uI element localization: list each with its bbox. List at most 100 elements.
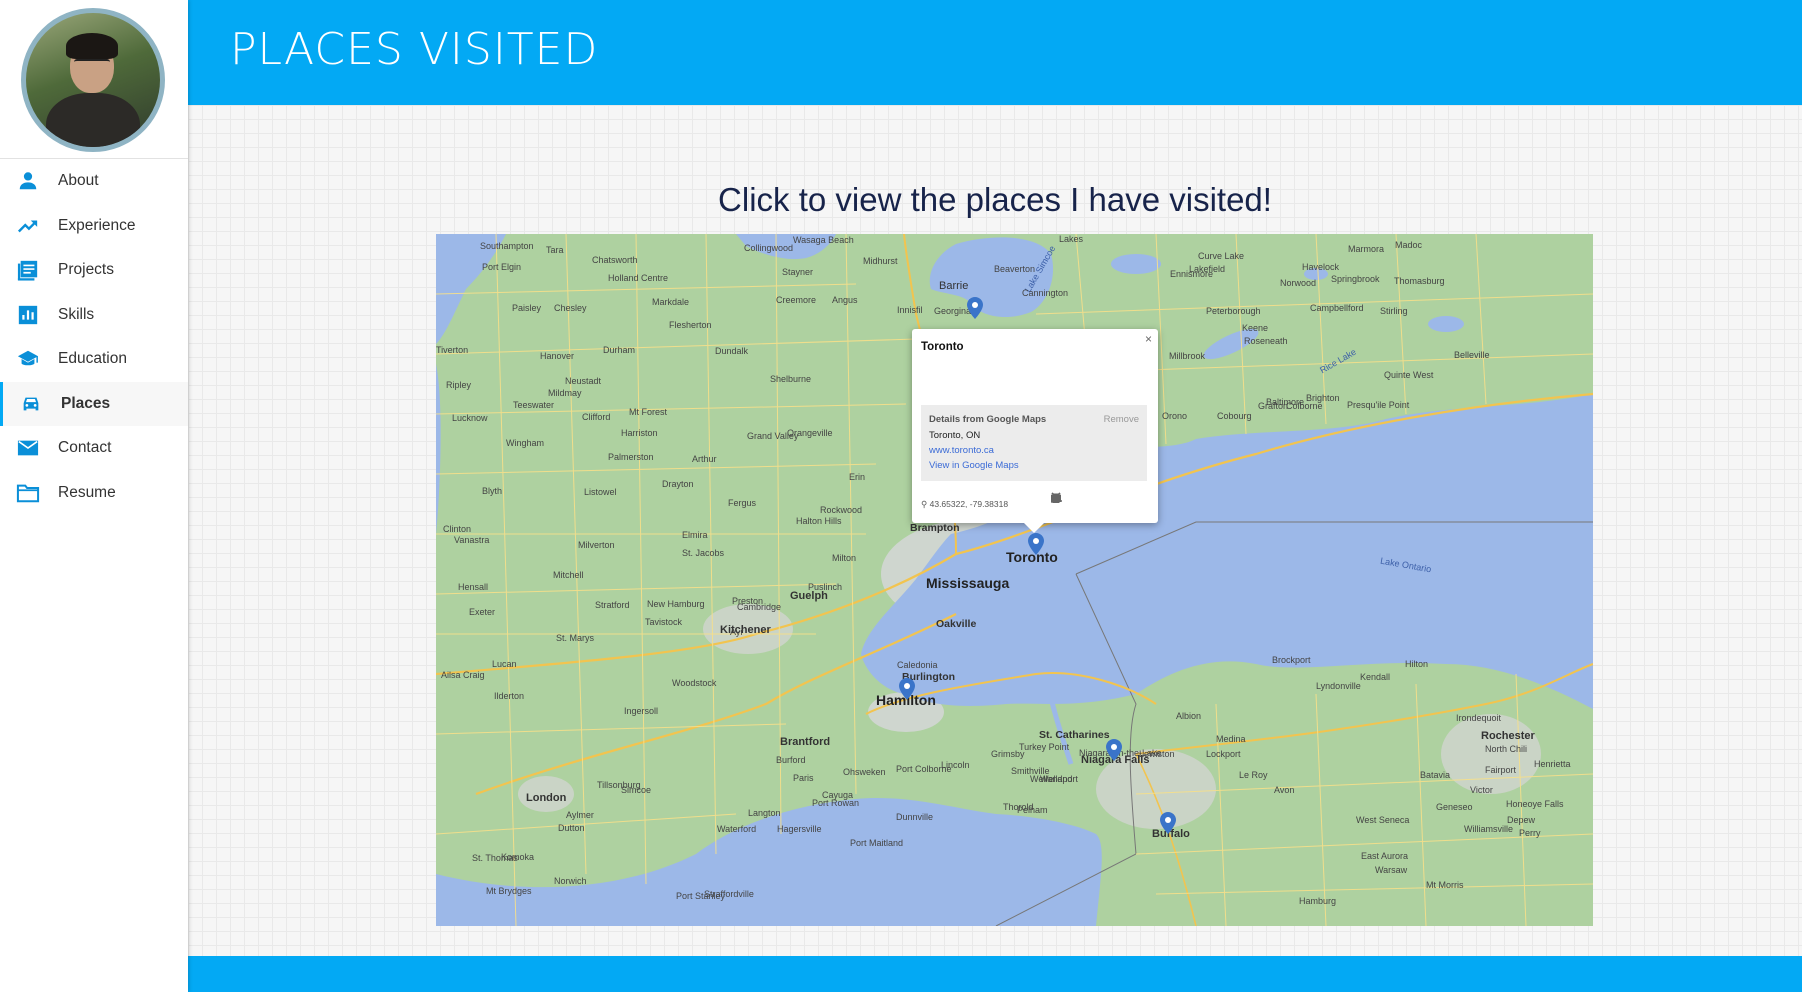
sidebar-item-skills[interactable]: Skills	[0, 293, 188, 338]
sidebar-item-contact[interactable]: Contact	[0, 426, 188, 471]
map-info-window: Toronto × Details from Google Maps Remov…	[912, 329, 1158, 533]
map-label-minor: Drayton	[662, 479, 694, 489]
view-in-google-maps-link[interactable]: View in Google Maps	[929, 460, 1019, 471]
map-label-mississauga: Mississauga	[926, 575, 1010, 591]
map-label-minor: Albion	[1176, 711, 1202, 721]
map-label-minor: Elmira	[682, 530, 708, 540]
sidebar-item-label: Education	[58, 350, 127, 368]
map-label-minor: Georgina	[934, 306, 972, 316]
profile-section	[0, 0, 188, 159]
map-label-minor: Cannington	[1022, 288, 1069, 298]
sidebar-item-about[interactable]: About	[0, 159, 188, 204]
map-label-minor: St. Marys	[556, 633, 595, 643]
trash-icon[interactable]	[1051, 492, 1142, 504]
map-label-minor: Geneseo	[1436, 802, 1473, 812]
map-label-minor: Hanover	[540, 351, 575, 361]
map-label-minor: Mt Brydges	[486, 886, 532, 896]
website-link[interactable]: www.toronto.ca	[929, 445, 994, 456]
map-label-minor: Straffordville	[704, 889, 754, 899]
map-label-minor: Grafton	[1258, 401, 1289, 411]
map-label-minor: Cobourg	[1217, 411, 1252, 421]
page-footer	[188, 956, 1802, 992]
map-label-minor: Waterford	[717, 824, 757, 834]
map-label-minor: Hilton	[1405, 659, 1429, 669]
map-label-minor: Komoka	[501, 852, 535, 862]
map-label-st-catharines: St. Catharines	[1039, 729, 1110, 741]
sidebar-nav: About Experience Projects Skills Educati…	[0, 159, 188, 515]
sidebar-item-resume[interactable]: Resume	[0, 471, 188, 516]
map-label-minor: New Hamburg	[647, 599, 705, 609]
map-label-minor: Williamsville	[1464, 824, 1513, 834]
map-label-minor: Norwood	[1280, 278, 1317, 288]
map-label-minor: Flesherton	[669, 320, 712, 330]
map-label-minor: Lucknow	[452, 413, 488, 423]
map-label-minor: Belleville	[1454, 350, 1490, 360]
sidebar-item-label: Contact	[58, 439, 112, 457]
map-label-minor: Cambridge	[737, 602, 782, 612]
map-label-minor: Port Rowan	[812, 798, 860, 808]
close-icon[interactable]: ×	[1145, 332, 1152, 346]
map-label-minor: Ohsweken	[843, 767, 886, 777]
map-label-oakville: Oakville	[936, 618, 977, 630]
sidebar-item-label: Skills	[58, 305, 95, 323]
sidebar-item-label: About	[58, 172, 99, 190]
map-label-minor: Ingersoll	[624, 706, 659, 716]
map-label-minor: Ennismore	[1170, 269, 1214, 279]
trending-up-icon	[17, 220, 38, 232]
map-label-minor: Southampton	[480, 241, 534, 251]
coordinates: ⚲ 43.65322, -79.38318	[921, 499, 1008, 510]
avatar	[21, 8, 165, 152]
map-label-minor: Fairport	[1485, 765, 1517, 775]
sidebar-item-experience[interactable]: Experience	[0, 204, 188, 249]
pin-small-icon: ⚲	[921, 499, 928, 509]
map-label-minor: Dutton	[558, 823, 585, 833]
section-heading: Click to view the places I have visited!	[718, 181, 1272, 218]
map-label-minor: Angus	[832, 295, 858, 305]
map-label-minor: Stayner	[782, 267, 814, 277]
pencil-icon[interactable]	[1051, 492, 1082, 504]
mail-icon	[17, 440, 39, 456]
map-label-minor: Stirling	[1380, 306, 1408, 316]
map-label-minor: Batavia	[1420, 770, 1451, 780]
sidebar: About Experience Projects Skills Educati…	[0, 0, 188, 992]
sidebar-item-places[interactable]: Places	[0, 381, 188, 426]
map-label-minor: Collingwood	[744, 243, 794, 253]
article-icon	[17, 260, 38, 281]
map-label-minor: Havelock	[1302, 262, 1340, 272]
map-label-minor: Tillsonburg	[597, 780, 641, 790]
map-label-minor: Roseneath	[1244, 336, 1288, 346]
camera-icon[interactable]	[1051, 492, 1102, 504]
map-label-minor: Madoc	[1395, 240, 1423, 250]
map-label-minor: Ripley	[446, 380, 472, 390]
map-label-minor: Beaverton	[994, 264, 1036, 274]
person-icon	[19, 172, 37, 190]
map-pin-barrie[interactable]	[967, 297, 983, 319]
map-pin-toronto[interactable]	[1028, 533, 1044, 555]
map-label-minor: St. Jacobs	[682, 548, 725, 558]
map-label-minor: Erin	[849, 472, 866, 482]
remove-link[interactable]: Remove	[1104, 414, 1139, 425]
map-label-minor: Port Elgin	[482, 262, 522, 272]
directions-icon[interactable]	[1051, 492, 1122, 504]
map-label-minor: Arthur	[692, 454, 717, 464]
map-label-minor: Perry	[1519, 828, 1541, 838]
map-pin-hamilton[interactable]	[899, 678, 915, 700]
map-label-minor: Mt Forest	[629, 407, 668, 417]
map-label-minor: Woodstock	[672, 678, 717, 688]
map-label-minor: Clinton	[443, 524, 472, 534]
map-label-minor: Irondequoit	[1456, 713, 1502, 723]
location-text: Toronto, ON	[929, 430, 981, 441]
map-label-minor: Port Maitland	[850, 838, 904, 848]
google-map[interactable]: Toronto Mississauga Hamilton Kitchener B…	[436, 234, 1593, 926]
map-label-minor: Wingham	[506, 438, 545, 448]
map-label-minor: Aylmer	[566, 810, 594, 820]
map-label-minor: West Seneca	[1356, 815, 1410, 825]
map-pin-niagara-falls[interactable]	[1106, 739, 1122, 761]
map-label-minor: Quinte West	[1384, 370, 1434, 380]
sidebar-item-projects[interactable]: Projects	[0, 248, 188, 293]
map-pin-buffalo[interactable]	[1160, 812, 1176, 834]
sidebar-item-education[interactable]: Education	[0, 337, 188, 382]
map-label-minor: Ayr	[730, 627, 744, 637]
map-label-minor: Neustadt	[565, 376, 602, 386]
map-label-minor: Chesley	[554, 303, 587, 313]
